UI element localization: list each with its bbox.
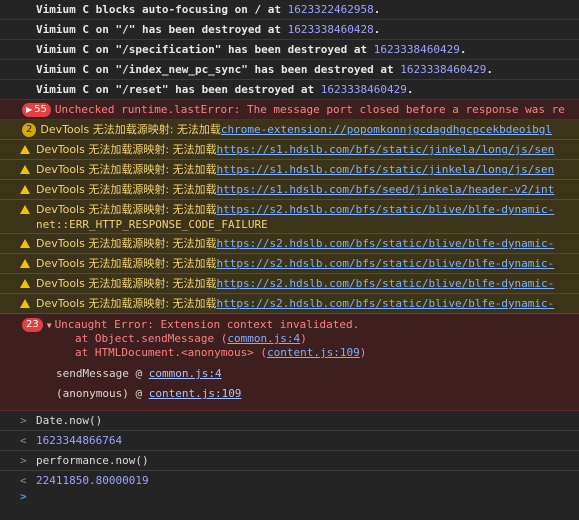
input-caret-icon: > [20, 454, 27, 467]
repl-result: 22411850.80000019 [36, 474, 149, 487]
source-map-link[interactable]: chrome-extension://popomkonnjgcdagdhgcpc… [221, 123, 552, 136]
warning-icon [20, 204, 30, 214]
log-timestamp: 1623338460428 [287, 23, 374, 36]
console-panel: Vimium C blocks auto-focusing on / at 16… [0, 0, 579, 520]
warning-detail: net::ERR_HTTP_RESPONSE_CODE_FAILURE [36, 218, 268, 231]
warning-text: DevTools 无法加载源映射: 无法加载 [40, 123, 221, 136]
log-suffix: . [406, 83, 414, 96]
warning-text: DevTools 无法加载源映射: 无法加载 [36, 183, 217, 196]
stack-text: at HTMLDocument.<anonymous> ( [75, 346, 268, 359]
log-message: Vimium C on "/index_new_pc_sync" has bee… [0, 60, 579, 80]
warning-count-badge: 2 [22, 123, 37, 137]
warning-icon [20, 184, 30, 194]
warning-row[interactable]: 2 DevTools 无法加载源映射: 无法加载chrome-extension:… [0, 120, 579, 140]
warning-text: DevTools 无法加载源映射: 无法加载 [36, 163, 217, 176]
call-frame: (anonymous) @ content.js:109 [0, 384, 579, 404]
expand-arrow-icon[interactable]: ▶ [26, 105, 32, 114]
warning-row[interactable]: DevTools 无法加载源映射: 无法加载https://s1.hdslb.c… [0, 180, 579, 200]
warning-text: DevTools 无法加载源映射: 无法加载 [36, 237, 217, 250]
log-timestamp: 1623322462958 [287, 3, 374, 16]
log-text: Vimium C on "/specification" has been de… [36, 43, 374, 56]
warning-row[interactable]: DevTools 无法加载源映射: 无法加载https://s2.hdslb.c… [0, 274, 579, 294]
warning-icon [20, 238, 30, 248]
log-timestamp: 1623338460429 [320, 83, 407, 96]
warning-row[interactable]: DevTools 无法加载源映射: 无法加载https://s2.hdslb.c… [0, 200, 579, 234]
uncaught-error-block: 23 ▼ Uncaught Error: Extension context inv… [0, 314, 579, 411]
stack-source-link[interactable]: common.js:4 [227, 332, 300, 345]
warning-row[interactable]: DevTools 无法加载源映射: 无法加载https://s1.hdslb.c… [0, 160, 579, 180]
stack-suffix: ) [300, 332, 307, 345]
stack-source-link[interactable]: content.js:109 [267, 346, 360, 359]
source-map-link[interactable]: https://s2.hdslb.com/bfs/static/blive/bl… [217, 237, 555, 250]
warning-icon [20, 278, 30, 288]
error-count-badge: ▶ 55 [22, 103, 51, 117]
log-message: Vimium C on "/reset" has been destroyed … [0, 80, 579, 100]
warning-text: DevTools 无法加载源映射: 无法加载 [36, 257, 217, 270]
log-timestamp: 1623338460429 [400, 63, 487, 76]
output-caret-icon: < [20, 434, 27, 447]
log-text: Vimium C on "/" has been destroyed at [36, 23, 288, 36]
log-suffix: . [373, 3, 381, 16]
source-map-link[interactable]: https://s1.hdslb.com/bfs/static/jinkela/… [217, 163, 555, 176]
log-message: Vimium C blocks auto-focusing on / at 16… [0, 0, 579, 20]
source-map-link[interactable]: https://s1.hdslb.com/bfs/seed/jinkela/he… [217, 183, 555, 196]
warning-icon [20, 258, 30, 268]
repl-result: 1623344866764 [36, 434, 123, 447]
warning-text: DevTools 无法加载源映射: 无法加载 [36, 297, 217, 310]
error-count: 55 [34, 104, 47, 115]
warning-text: DevTools 无法加载源映射: 无法加载 [36, 203, 217, 216]
warning-row[interactable]: DevTools 无法加载源映射: 无法加载https://s1.hdslb.c… [0, 140, 579, 160]
prompt-caret-icon: > [20, 490, 27, 503]
warning-icon [20, 164, 30, 174]
log-suffix: . [459, 43, 467, 56]
warning-text: DevTools 无法加载源映射: 无法加载 [36, 277, 217, 290]
uncaught-error-header[interactable]: 23 ▼ Uncaught Error: Extension context inv… [0, 318, 579, 332]
log-suffix: . [486, 63, 493, 76]
frame-source-link[interactable]: content.js:109 [149, 387, 242, 400]
repl-input-row: > Date.now() [0, 411, 579, 431]
log-text: Vimium C on "/reset" has been destroyed … [36, 83, 321, 96]
stack-line: at HTMLDocument.<anonymous> (content.js:… [0, 346, 579, 360]
frame-source-link[interactable]: common.js:4 [149, 367, 222, 380]
call-frame: sendMessage @ common.js:4 [0, 364, 579, 384]
stack-suffix: ) [359, 346, 367, 359]
expand-arrow-icon[interactable]: ▼ [47, 321, 52, 330]
log-suffix: . [373, 23, 381, 36]
runtime-error-row[interactable]: ▶ 55 Unchecked runtime.lastError: The mess… [0, 100, 579, 120]
source-map-link[interactable]: https://s1.hdslb.com/bfs/static/jinkela/… [217, 143, 555, 156]
stack-text: at Object.sendMessage ( [75, 332, 228, 345]
source-map-link[interactable]: https://s2.hdslb.com/bfs/static/blive/bl… [217, 297, 555, 310]
warning-row[interactable]: DevTools 无法加载源映射: 无法加载https://s2.hdslb.c… [0, 294, 579, 314]
source-map-link[interactable]: https://s2.hdslb.com/bfs/static/blive/bl… [217, 203, 555, 216]
error-count-badge: 23 [22, 318, 43, 332]
stack-line: at Object.sendMessage (common.js:4) [0, 332, 579, 346]
error-text: Unchecked runtime.lastError: The message… [54, 103, 565, 116]
repl-command: performance.now() [36, 454, 149, 467]
warning-icon [20, 144, 30, 154]
frame-name: (anonymous) @ [56, 387, 149, 400]
source-map-link[interactable]: https://s2.hdslb.com/bfs/static/blive/bl… [217, 277, 555, 290]
console-prompt-input[interactable]: > [0, 488, 579, 520]
warning-text: DevTools 无法加载源映射: 无法加载 [36, 143, 217, 156]
warning-row[interactable]: DevTools 无法加载源映射: 无法加载https://s2.hdslb.c… [0, 254, 579, 274]
repl-output-row: <1623344866764 [0, 431, 579, 451]
frame-name: sendMessage @ [56, 367, 149, 380]
log-text: Vimium C blocks auto-focusing on / at [36, 3, 288, 16]
repl-command: Date.now() [36, 414, 103, 427]
log-message: Vimium C on "/specification" has been de… [0, 40, 579, 60]
warning-icon [20, 298, 30, 308]
log-timestamp: 1623338460429 [373, 43, 460, 56]
input-caret-icon: > [20, 414, 27, 427]
error-title: Uncaught Error: Extension context invali… [54, 318, 360, 331]
source-map-link[interactable]: https://s2.hdslb.com/bfs/static/blive/bl… [217, 257, 555, 270]
log-text: Vimium C on "/index_new_pc_sync" has bee… [36, 63, 401, 76]
log-message: Vimium C on "/" has been destroyed at 16… [0, 20, 579, 40]
warning-row[interactable]: DevTools 无法加载源映射: 无法加载https://s2.hdslb.c… [0, 234, 579, 254]
repl-input-row: > performance.now() [0, 451, 579, 471]
